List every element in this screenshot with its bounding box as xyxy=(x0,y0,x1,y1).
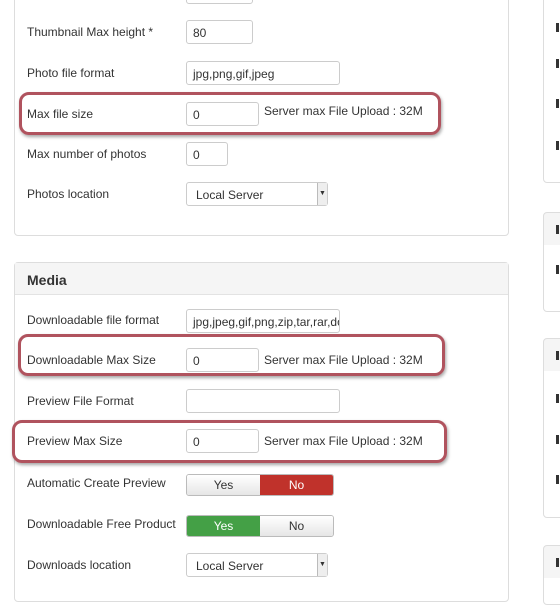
free-product-yes[interactable]: Yes xyxy=(187,516,260,536)
media-panel-title: Media xyxy=(15,263,508,295)
auto-preview-yes[interactable]: Yes xyxy=(187,475,260,495)
max-file-size-label: Max file size xyxy=(27,107,94,121)
photo-file-format-label: Photo file format xyxy=(27,66,115,80)
side-panel-1 xyxy=(543,0,560,183)
free-product-toggle[interactable]: Yes No xyxy=(186,515,334,537)
downloadable-max-size-input[interactable]: 0 xyxy=(186,348,259,372)
downloads-location-label: Downloads location xyxy=(27,558,132,572)
downloadable-max-size-label: Downloadable Max Size xyxy=(27,353,156,367)
max-file-size-input[interactable]: 0 xyxy=(186,102,259,126)
preview-max-size-label: Preview Max Size xyxy=(27,434,123,448)
downloadable-max-size-note: Server max File Upload : 32M xyxy=(264,353,423,367)
max-photos-label: Max number of photos xyxy=(27,147,147,161)
photos-location-select[interactable]: Local Server ▼ xyxy=(186,182,328,206)
preview-max-size-input[interactable]: 0 xyxy=(186,429,259,453)
previous-field-input[interactable] xyxy=(186,0,253,4)
side-panel-4 xyxy=(543,545,560,605)
thumbnail-max-height-label: Thumbnail Max height * xyxy=(27,25,154,39)
photo-file-format-input[interactable]: jpg,png,gif,jpeg xyxy=(186,61,340,85)
dropdown-arrow-icon: ▼ xyxy=(317,183,327,205)
auto-preview-label: Automatic Create Preview xyxy=(27,476,166,490)
free-product-label: Downloadable Free Product xyxy=(27,517,176,531)
side-panel-3 xyxy=(543,338,560,518)
preview-file-format-input[interactable] xyxy=(186,389,340,413)
downloads-location-select[interactable]: Local Server ▼ xyxy=(186,553,328,577)
downloadable-format-label: Downloadable file format xyxy=(27,313,160,327)
downloadable-format-input[interactable]: jpg,jpeg,gif,png,zip,tar,rar,doc xyxy=(186,309,340,333)
dropdown-arrow-icon: ▼ xyxy=(317,554,327,576)
thumbnail-max-height-input[interactable]: 80 xyxy=(186,20,253,44)
preview-max-size-note: Server max File Upload : 32M xyxy=(264,434,423,448)
side-panel-2 xyxy=(543,212,560,312)
free-product-no[interactable]: No xyxy=(260,516,333,536)
max-file-size-note: Server max File Upload : 32M xyxy=(264,104,423,118)
photos-location-label: Photos location xyxy=(27,187,110,201)
preview-file-format-label: Preview File Format xyxy=(27,394,134,408)
auto-preview-no[interactable]: No xyxy=(260,475,333,495)
downloads-location-value: Local Server xyxy=(196,559,264,573)
max-photos-input[interactable]: 0 xyxy=(186,142,228,166)
photos-location-value: Local Server xyxy=(196,188,264,202)
auto-preview-toggle[interactable]: Yes No xyxy=(186,474,334,496)
